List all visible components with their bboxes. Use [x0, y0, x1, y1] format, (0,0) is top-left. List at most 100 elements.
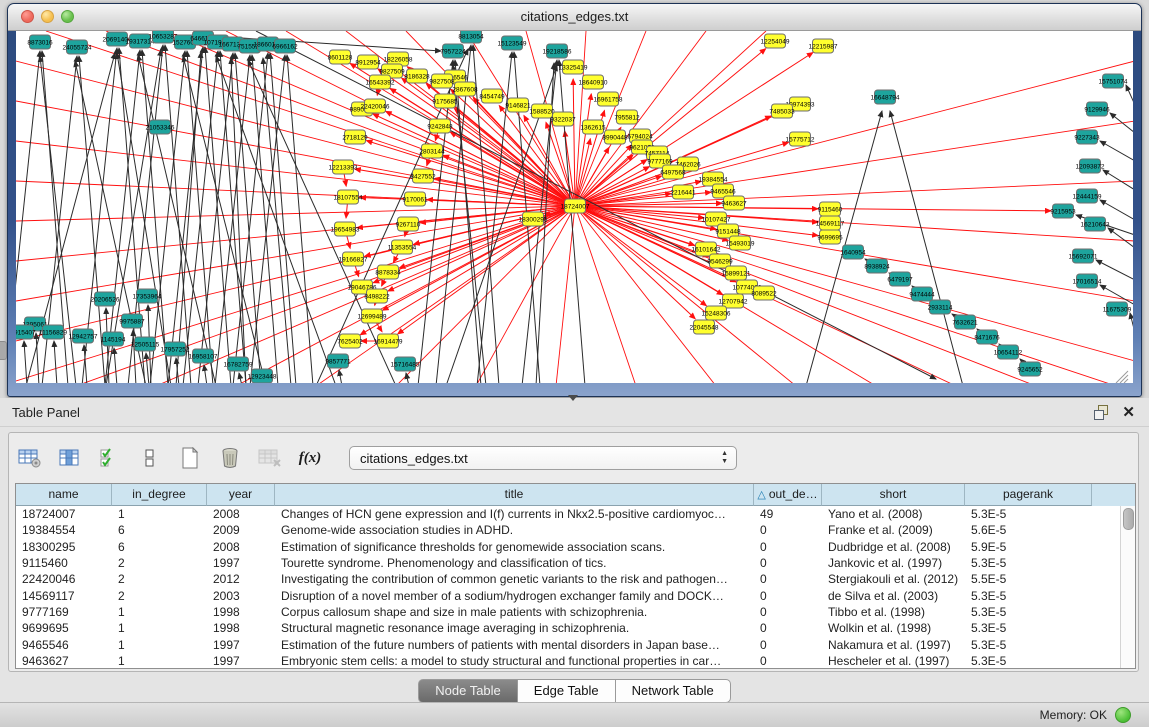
delete-rows-icon[interactable] — [217, 445, 243, 471]
table-cell[interactable]: Estimation of the future numbers of pati… — [275, 638, 754, 652]
table-settings-icon[interactable] — [17, 445, 43, 471]
network-node[interactable]: 13325419 — [559, 60, 588, 74]
table-cell[interactable]: 0 — [754, 523, 822, 537]
network-node[interactable]: 12942757 — [69, 329, 98, 343]
tab-edge-table[interactable]: Edge Table — [518, 679, 616, 703]
table-row[interactable]: 969969511998Structural magnetic resonanc… — [16, 620, 1121, 636]
column-header-pagerank[interactable]: pagerank — [965, 484, 1092, 506]
network-node[interactable]: 16914479 — [374, 334, 403, 348]
network-node[interactable]: 8427552 — [410, 169, 436, 183]
table-cell[interactable]: 0 — [754, 638, 822, 652]
network-node[interactable]: 14569117 — [816, 216, 845, 230]
table-cell[interactable]: 19384554 — [16, 523, 112, 537]
table-row[interactable]: 911546021997Tourette syndrome. Phenomeno… — [16, 555, 1121, 571]
table-cell[interactable]: Wolkin et al. (1998) — [822, 621, 965, 635]
network-node[interactable]: 9322037 — [550, 112, 576, 126]
network-node[interactable]: 6966162 — [272, 39, 298, 53]
network-node[interactable]: 12505115 — [131, 337, 160, 351]
network-node[interactable]: 12215987 — [809, 39, 838, 53]
table-cell[interactable]: 5.3E-5 — [965, 589, 1092, 603]
network-node[interactable]: 12444159 — [1073, 189, 1102, 203]
table-cell[interactable]: 1 — [112, 638, 207, 652]
network-node[interactable]: 8878334 — [375, 265, 401, 279]
table-row[interactable]: 1938455462009Genome-wide association stu… — [16, 522, 1121, 538]
network-node[interactable]: 1362615 — [580, 120, 606, 134]
close-panel-icon[interactable]: ✕ — [1122, 403, 1135, 421]
network-node[interactable]: 12923448 — [248, 369, 277, 383]
network-node[interactable]: 9975887 — [119, 314, 145, 328]
network-node[interactable]: 7485033 — [769, 104, 795, 118]
network-node[interactable]: 18107554 — [334, 190, 363, 204]
column-header-name[interactable]: name — [16, 484, 112, 506]
network-node[interactable]: 9267110 — [396, 217, 421, 231]
table-cell[interactable]: Nakamura et al. (1997) — [822, 638, 965, 652]
table-cell[interactable]: 1997 — [207, 654, 275, 668]
table-cell[interactable]: 5.9E-5 — [965, 540, 1092, 554]
network-node[interactable]: 9857771 — [325, 354, 351, 368]
network-node[interactable]: 22420046 — [361, 99, 390, 113]
table-cell[interactable]: 2 — [112, 589, 207, 603]
table-cell[interactable]: 1 — [112, 654, 207, 668]
table-cell[interactable]: Changes of HCN gene expression and I(f) … — [275, 507, 754, 521]
table-cell[interactable]: 2 — [112, 556, 207, 570]
table-cell[interactable]: Embryonic stem cells: a model to study s… — [275, 654, 754, 668]
network-node[interactable]: 15899121 — [722, 266, 751, 280]
network-node[interactable]: 9474444 — [909, 287, 935, 301]
network-node[interactable]: 10654112 — [994, 345, 1023, 359]
network-node[interactable]: 2718129 — [342, 130, 368, 144]
table-cell[interactable]: 1 — [112, 507, 207, 521]
table-cell[interactable]: 1997 — [207, 638, 275, 652]
network-node[interactable]: 11156829 — [39, 325, 67, 339]
table-cell[interactable]: 1997 — [207, 556, 275, 570]
table-cell[interactable]: 2 — [112, 572, 207, 586]
table-cell[interactable]: Disruption of a novel member of a sodium… — [275, 589, 754, 603]
float-window-icon[interactable] — [1094, 405, 1109, 419]
network-node[interactable]: 17016514 — [1073, 274, 1102, 288]
table-cell[interactable]: 5.3E-5 — [965, 654, 1092, 668]
network-node[interactable]: 24055724 — [63, 40, 92, 54]
column-header-out_de[interactable]: △out_de… — [754, 484, 822, 506]
network-node[interactable]: 16210643 — [1081, 217, 1110, 231]
column-header-year[interactable]: year — [207, 484, 275, 506]
table-cell[interactable]: 22420046 — [16, 572, 112, 586]
column-header-short[interactable]: short — [822, 484, 965, 506]
table-row[interactable]: 1872400712008Changes of HCN gene express… — [16, 506, 1121, 522]
network-node[interactable]: 18300295 — [519, 212, 548, 226]
column-header-title[interactable]: title — [275, 484, 754, 506]
table-row[interactable]: 1830029562008Estimation of significance … — [16, 539, 1121, 555]
network-node[interactable]: 17353964 — [133, 289, 162, 303]
table-cell[interactable]: 2008 — [207, 507, 275, 521]
table-cell[interactable]: 2012 — [207, 572, 275, 586]
network-node[interactable]: 12254049 — [761, 34, 790, 48]
function-builder-icon[interactable]: f(x) — [297, 445, 323, 471]
table-cell[interactable]: Stergiakouli et al. (2012) — [822, 572, 965, 586]
network-node[interactable]: 9115460 — [818, 202, 843, 216]
network-node[interactable]: 9129946 — [1084, 102, 1110, 116]
network-node[interactable]: 7955812 — [614, 110, 640, 124]
network-node[interactable]: 19166827 — [339, 252, 368, 266]
table-cell[interactable]: 18300295 — [16, 540, 112, 554]
table-cell[interactable]: 0 — [754, 589, 822, 603]
create-table-icon[interactable] — [177, 445, 203, 471]
network-node[interactable]: 22045548 — [690, 320, 719, 334]
table-cell[interactable]: Estimation of significance thresholds fo… — [275, 540, 754, 554]
network-node[interactable]: 16958107 — [189, 349, 218, 363]
network-node[interactable]: 21053346 — [146, 120, 175, 134]
network-node[interactable]: 12213393 — [329, 160, 358, 174]
table-row[interactable]: 977716911998Corpus callosum shape and si… — [16, 604, 1121, 620]
table-cell[interactable]: 5.3E-5 — [965, 507, 1092, 521]
table-row[interactable]: 946362711997Embryonic stem cells: a mode… — [16, 653, 1121, 668]
network-node[interactable]: 8089522 — [751, 286, 777, 300]
table-cell[interactable]: 0 — [754, 556, 822, 570]
select-columns-icon[interactable] — [97, 445, 123, 471]
table-cell[interactable]: 9465546 — [16, 638, 112, 652]
table-cell[interactable]: de Silva et al. (2003) — [822, 589, 965, 603]
network-node[interactable]: 12699489 — [358, 309, 387, 323]
table-cell[interactable]: 1 — [112, 605, 207, 619]
network-node[interactable]: 15493019 — [726, 236, 755, 250]
network-node[interactable]: 9146821 — [505, 98, 531, 112]
table-cell[interactable]: 0 — [754, 605, 822, 619]
show-columns-icon[interactable] — [57, 445, 83, 471]
table-cell[interactable]: Franke et al. (2009) — [822, 523, 965, 537]
network-node[interactable]: 2803144 — [419, 144, 445, 158]
